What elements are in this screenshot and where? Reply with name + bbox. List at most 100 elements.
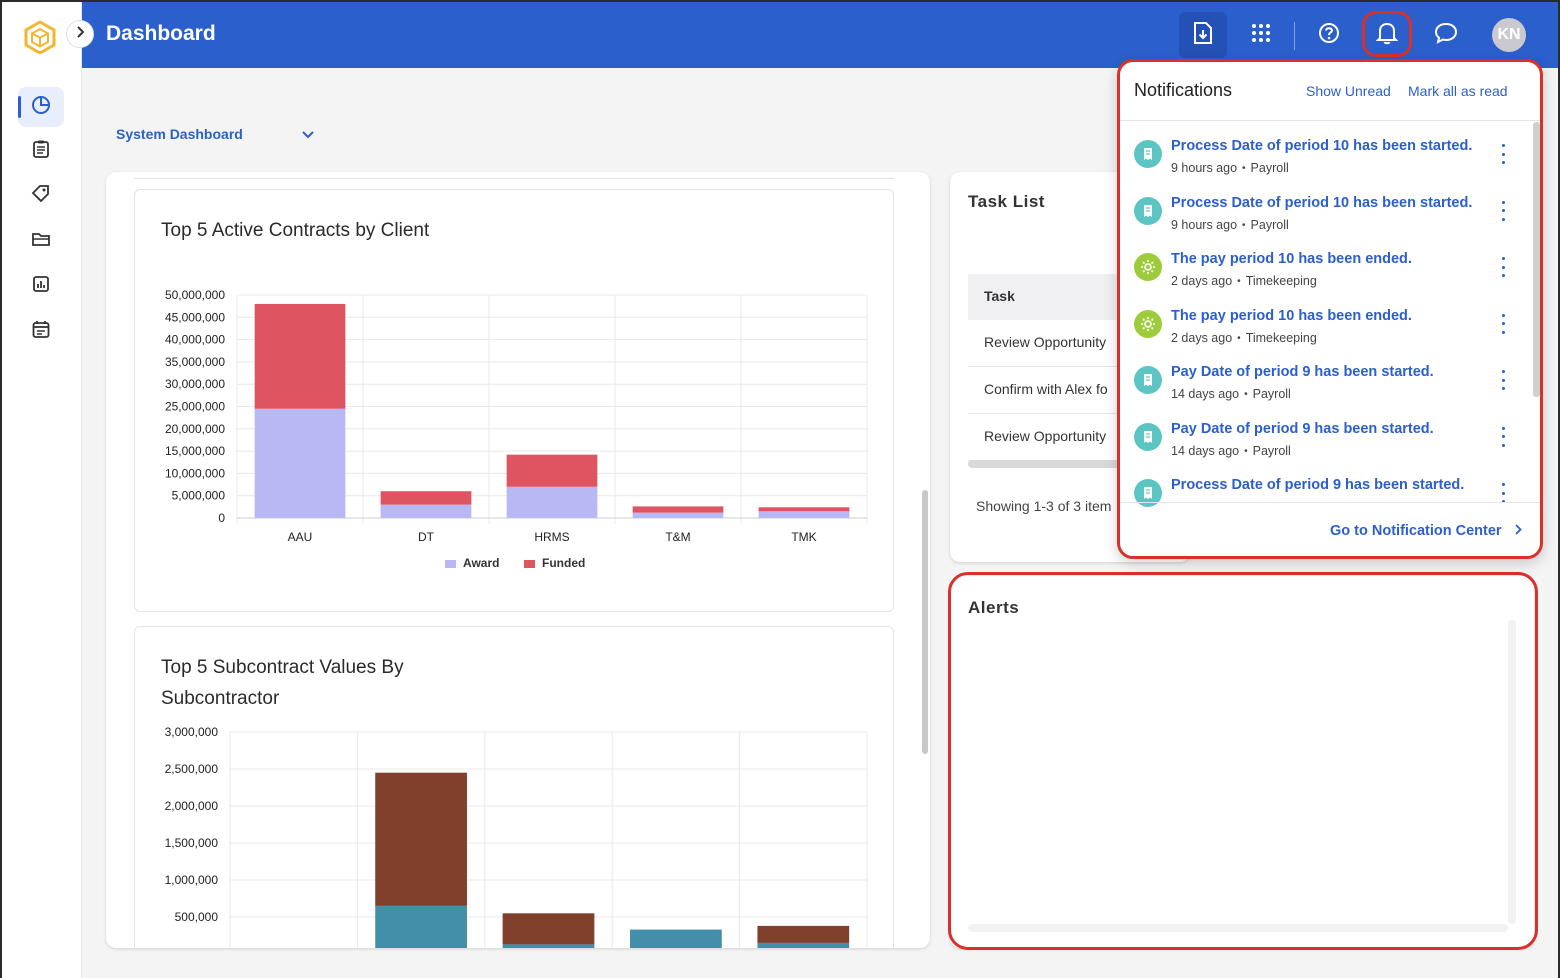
- y-tick-label: 45,000,000: [165, 310, 225, 324]
- sidebar-item-reports[interactable]: [18, 266, 64, 306]
- notification-item[interactable]: Process Date of period 10 has been start…: [1120, 191, 1532, 248]
- chevron-down-icon[interactable]: [300, 126, 316, 147]
- notification-source: Payroll: [1250, 217, 1289, 232]
- mark-all-read-link[interactable]: Mark all as read: [1408, 83, 1508, 99]
- y-tick-label: 500,000: [175, 910, 219, 924]
- y-tick-label: 2,000,000: [165, 799, 219, 813]
- notification-text[interactable]: The pay period 10 has been ended.: [1171, 308, 1412, 324]
- notification-meta: 2 days ago • Timekeeping: [1171, 330, 1317, 345]
- notification-center-label: Go to Notification Center: [1330, 523, 1502, 539]
- charts-scrollbar[interactable]: [922, 490, 928, 754]
- notification-meta: 2 days ago • Timekeeping: [1171, 274, 1317, 288]
- legend-label-award[interactable]: Award: [463, 556, 499, 570]
- more-options-icon[interactable]: [1498, 144, 1508, 164]
- y-tick-label: 1,000,000: [165, 873, 219, 887]
- task-list-title: Task List: [968, 192, 1045, 211]
- sidebar-expand-button[interactable]: [66, 20, 94, 48]
- notification-item[interactable]: The pay period 10 has been ended. 2 days …: [1120, 247, 1532, 304]
- notifications-scrollbar[interactable]: [1533, 122, 1540, 397]
- apps-grid-button[interactable]: [1237, 12, 1285, 58]
- bar-funded-hrms: [506, 454, 598, 487]
- active-contracts-chart: 0 5,000,000 10,000,000 15,000,000 20,000,000…: [165, 288, 868, 544]
- help-button[interactable]: [1305, 12, 1353, 58]
- download-file-button[interactable]: [1179, 12, 1227, 58]
- y-tick-label: 0: [218, 511, 225, 525]
- task-column-label: Task: [984, 288, 1015, 304]
- timekeeping-icon: [1134, 253, 1162, 281]
- bar-funded-aau: [254, 303, 346, 409]
- show-unread-link[interactable]: Show Unread: [1306, 83, 1391, 99]
- chat-button[interactable]: [1422, 12, 1470, 58]
- notification-item[interactable]: The pay period 10 has been ended. 2 days …: [1120, 304, 1532, 361]
- report-icon: [31, 274, 51, 299]
- notification-time: 2 days ago: [1171, 330, 1233, 345]
- more-options-icon[interactable]: [1498, 483, 1508, 503]
- notification-item[interactable]: Process Date of period 10 has been start…: [1120, 134, 1532, 191]
- bar-series1-1: [375, 772, 467, 906]
- bar-series0-1: [375, 905, 467, 948]
- task-cell: Confirm with Alex fo: [984, 381, 1108, 397]
- task-pagination-info: Showing 1-3 of 3 item: [976, 498, 1112, 514]
- chevron-right-icon: [75, 25, 85, 43]
- help-icon: [1318, 22, 1340, 49]
- app-logo-icon[interactable]: [24, 20, 56, 55]
- dashboard-selector[interactable]: System Dashboard: [116, 126, 243, 142]
- chart-title: Top 5 Active Contracts by Client: [161, 220, 430, 241]
- more-options-icon[interactable]: [1498, 257, 1508, 277]
- notification-source: Timekeeping: [1245, 330, 1317, 345]
- chart-title-line-1: Top 5 Subcontract Values By: [161, 657, 404, 678]
- user-avatar[interactable]: KN: [1492, 18, 1526, 52]
- pie-chart-icon: [31, 95, 51, 120]
- sidebar-item-tasks[interactable]: [18, 131, 64, 171]
- bar-series0-2: [502, 944, 595, 948]
- notification-text[interactable]: Process Date of period 9 has been starte…: [1171, 477, 1464, 493]
- more-options-icon[interactable]: [1498, 200, 1508, 221]
- more-options-icon[interactable]: [1498, 370, 1508, 390]
- notification-text[interactable]: The pay period 10 has been ended.: [1171, 251, 1412, 267]
- charts-panel: Top 5 Active Contracts by Client 0 5,000,…: [106, 172, 930, 948]
- bar-award-t&m: [632, 512, 724, 518]
- more-options-icon[interactable]: [1498, 426, 1508, 447]
- notification-item[interactable]: Pay Date of period 9 has been started. 14…: [1120, 417, 1532, 474]
- calendar-icon: [31, 319, 51, 344]
- notification-source: Payroll: [1252, 443, 1291, 458]
- notification-source: Payroll: [1250, 161, 1289, 175]
- bar-series1-2: [502, 913, 595, 945]
- notification-meta: 9 hours ago • Payroll: [1171, 217, 1289, 232]
- bar-funded-t&m: [632, 506, 724, 513]
- y-tick-label: 30,000,000: [165, 377, 225, 391]
- legend-label-funded[interactable]: Funded: [542, 556, 585, 570]
- bar-award-dt: [380, 504, 472, 518]
- payroll-icon: [1134, 366, 1162, 394]
- notification-meta: 14 days ago • Payroll: [1171, 387, 1291, 401]
- task-cell: Review Opportunity: [984, 334, 1107, 350]
- notification-text[interactable]: Pay Date of period 9 has been started.: [1171, 421, 1434, 437]
- bar-series0-3: [630, 929, 722, 948]
- chart-title-line-2: Subcontractor: [161, 688, 280, 709]
- notification-text[interactable]: Pay Date of period 9 has been started.: [1171, 364, 1434, 380]
- notification-text[interactable]: Process Date of period 10 has been start…: [1171, 138, 1472, 154]
- bar-award-aau: [254, 408, 346, 518]
- page-title: Dashboard: [106, 22, 216, 45]
- sidebar-item-files[interactable]: [18, 221, 64, 261]
- bar-series1-4: [757, 925, 850, 943]
- notification-source: Timekeeping: [1245, 274, 1317, 288]
- y-tick-label: 25,000,000: [165, 400, 225, 414]
- payroll-icon: [1134, 140, 1162, 168]
- more-options-icon[interactable]: [1498, 313, 1508, 334]
- y-tick-label: 2,500,000: [165, 762, 219, 776]
- notification-time: 9 hours ago: [1171, 161, 1238, 175]
- sidebar-item-calendar[interactable]: [18, 311, 64, 351]
- sidebar-item-dashboard[interactable]: [18, 87, 64, 127]
- x-tick-label: AAU: [288, 530, 313, 544]
- x-tick-label: DT: [418, 530, 435, 544]
- file-download-icon: [1193, 21, 1213, 50]
- clipboard-icon: [31, 139, 51, 164]
- notification-source: Payroll: [1252, 387, 1291, 401]
- notification-item[interactable]: Pay Date of period 9 has been started. 14…: [1120, 360, 1532, 417]
- notification-text[interactable]: Process Date of period 10 has been start…: [1171, 195, 1472, 211]
- chat-icon: [1434, 22, 1458, 49]
- notification-center-link[interactable]: Go to Notification Center: [1330, 523, 1522, 539]
- y-tick-label: 40,000,000: [165, 333, 225, 347]
- sidebar-item-deals[interactable]: [18, 176, 64, 216]
